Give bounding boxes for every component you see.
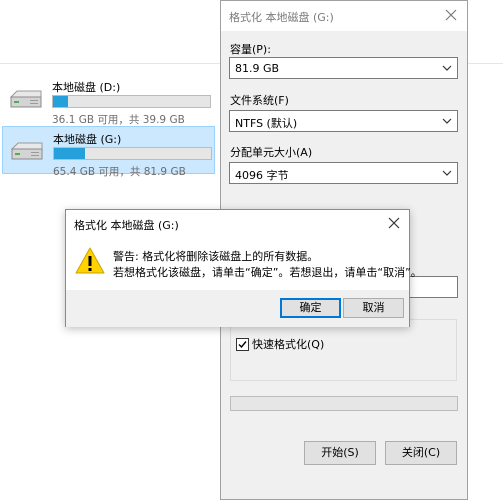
- drive-item-g[interactable]: 本地磁盘 (G:) 65.4 GB 可用，共 81.9 GB: [2, 126, 215, 178]
- close-icon[interactable]: [443, 7, 459, 23]
- allocation-select[interactable]: 4096 字节: [229, 162, 458, 184]
- close-button[interactable]: 关闭(C): [385, 441, 457, 465]
- warning-message-line1: 警告: 格式化将删除该磁盘上的所有数据。: [113, 250, 319, 263]
- drive-usage-bar: [53, 147, 212, 160]
- start-button[interactable]: 开始(S): [304, 441, 376, 465]
- allocation-label: 分配单元大小(A): [230, 146, 313, 159]
- hard-drive-icon: [9, 90, 42, 108]
- filesystem-select[interactable]: NTFS (默认): [229, 110, 458, 132]
- drive-item-d[interactable]: 本地磁盘 (D:) 36.1 GB 可用，共 39.9 GB: [2, 75, 215, 126]
- quick-format-checkbox[interactable]: [236, 337, 249, 351]
- drive-usage-fill: [54, 148, 86, 159]
- chevron-down-icon: [442, 65, 452, 71]
- chevron-down-icon: [442, 170, 452, 176]
- drive-space-info: 36.1 GB 可用，共 39.9 GB: [52, 114, 185, 126]
- format-progress-bar: [230, 396, 458, 411]
- format-titlebar: 格式化 本地磁盘 (G:): [221, 1, 467, 31]
- hard-drive-icon: [10, 142, 43, 160]
- filesystem-value: NTFS (默认): [235, 117, 298, 130]
- quick-format-label: 快速格式化(Q): [252, 338, 325, 351]
- warning-dialog: 格式化 本地磁盘 (G:) 警告: 格式化将删除该磁盘上的所有数据。 若想格式化…: [65, 209, 422, 327]
- warning-message-line2: 若想格式化该磁盘，请单击“确定”。若想退出，请单击“取消”。: [113, 266, 422, 279]
- ok-button[interactable]: 确定: [280, 298, 341, 318]
- drive-name: 本地磁盘 (D:): [52, 81, 121, 94]
- allocation-value: 4096 字节: [235, 169, 289, 182]
- quick-format-option[interactable]: 快速格式化(Q): [236, 336, 325, 351]
- format-window-title: 格式化 本地磁盘 (G:): [229, 11, 334, 24]
- drive-name: 本地磁盘 (G:): [53, 133, 122, 146]
- warning-icon: [75, 247, 105, 274]
- warning-dialog-title: 格式化 本地磁盘 (G:): [74, 219, 179, 232]
- drive-space-info: 65.4 GB 可用，共 81.9 GB: [53, 166, 186, 178]
- drive-usage-fill: [53, 96, 68, 107]
- capacity-select[interactable]: 81.9 GB: [229, 57, 458, 79]
- close-icon[interactable]: [387, 216, 401, 230]
- filesystem-label: 文件系统(F): [230, 94, 289, 107]
- drive-usage-bar: [52, 95, 211, 108]
- capacity-label: 容量(P):: [230, 43, 271, 56]
- cancel-button[interactable]: 取消: [343, 298, 404, 318]
- checkmark-icon: [238, 340, 247, 348]
- chevron-down-icon: [442, 118, 452, 124]
- capacity-value: 81.9 GB: [235, 62, 280, 75]
